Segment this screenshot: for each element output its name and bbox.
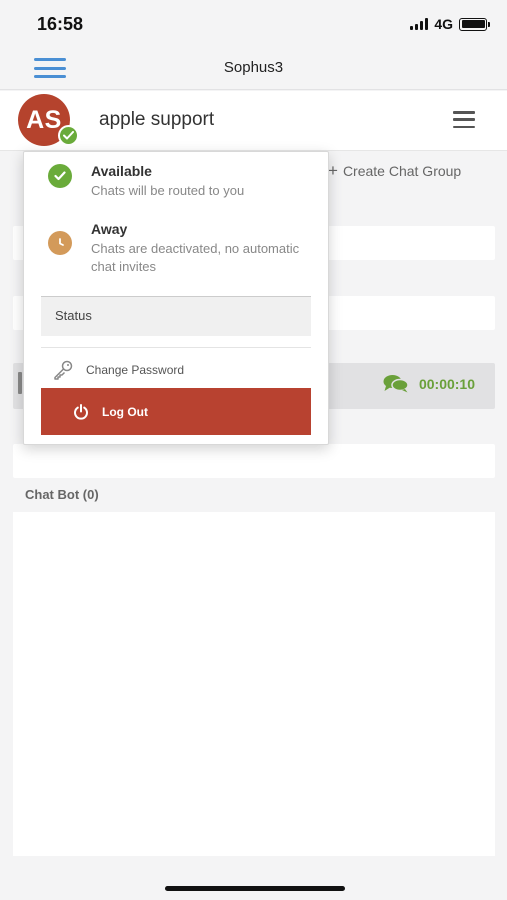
logout-button[interactable]: Log Out — [41, 388, 311, 435]
list-item[interactable] — [13, 444, 495, 478]
available-status-badge-icon — [58, 125, 79, 146]
battery-icon — [459, 17, 490, 31]
status-time: 16:58 — [37, 14, 84, 34]
chat-timer: 00:00:10 — [383, 374, 475, 393]
nav-bar: Sophus3 — [0, 48, 507, 90]
chatbot-panel — [13, 512, 495, 856]
network-type: 4G — [434, 16, 453, 32]
status-option-away[interactable]: Away Chats are deactivated, no automatic… — [24, 210, 328, 282]
chat-bubbles-icon — [383, 375, 409, 393]
user-header: AS apple support — [0, 91, 507, 151]
plus-icon: + — [328, 161, 338, 180]
status-field-label: Status — [55, 308, 92, 323]
away-description: Chats are deactivated, no automatic chat… — [91, 241, 300, 274]
available-check-icon — [48, 164, 72, 188]
chatbot-section-label: Chat Bot (0) — [25, 487, 99, 502]
away-clock-icon — [48, 231, 72, 255]
status-option-available[interactable]: Available Chats will be routed to you — [24, 152, 328, 210]
available-description: Chats will be routed to you — [91, 183, 245, 198]
options-menu-icon[interactable] — [453, 111, 475, 128]
row-marker — [18, 372, 22, 394]
change-password-button[interactable]: Change Password — [52, 359, 184, 381]
page-title: Sophus3 — [223, 59, 284, 76]
user-name: apple support — [99, 109, 215, 130]
logout-label: Log Out — [102, 404, 148, 419]
chat-timer-value: 00:00:10 — [418, 375, 475, 392]
power-icon — [74, 403, 88, 420]
create-chat-group-label: Create Chat Group — [342, 162, 462, 179]
create-chat-group-button[interactable]: + Create Chat Group — [328, 162, 461, 179]
status-bar: 16:58 4G — [0, 0, 507, 48]
signal-icon — [410, 18, 429, 30]
status-dropdown-menu: Available Chats will be routed to you Aw… — [23, 151, 329, 445]
key-icon — [54, 360, 73, 380]
available-title: Available — [91, 163, 152, 179]
divider — [41, 347, 311, 348]
change-password-label: Change Password — [86, 363, 185, 377]
home-indicator — [165, 886, 345, 891]
away-title: Away — [91, 221, 128, 237]
status-indicators: 4G — [410, 16, 490, 32]
status-field[interactable]: Status — [41, 296, 311, 336]
